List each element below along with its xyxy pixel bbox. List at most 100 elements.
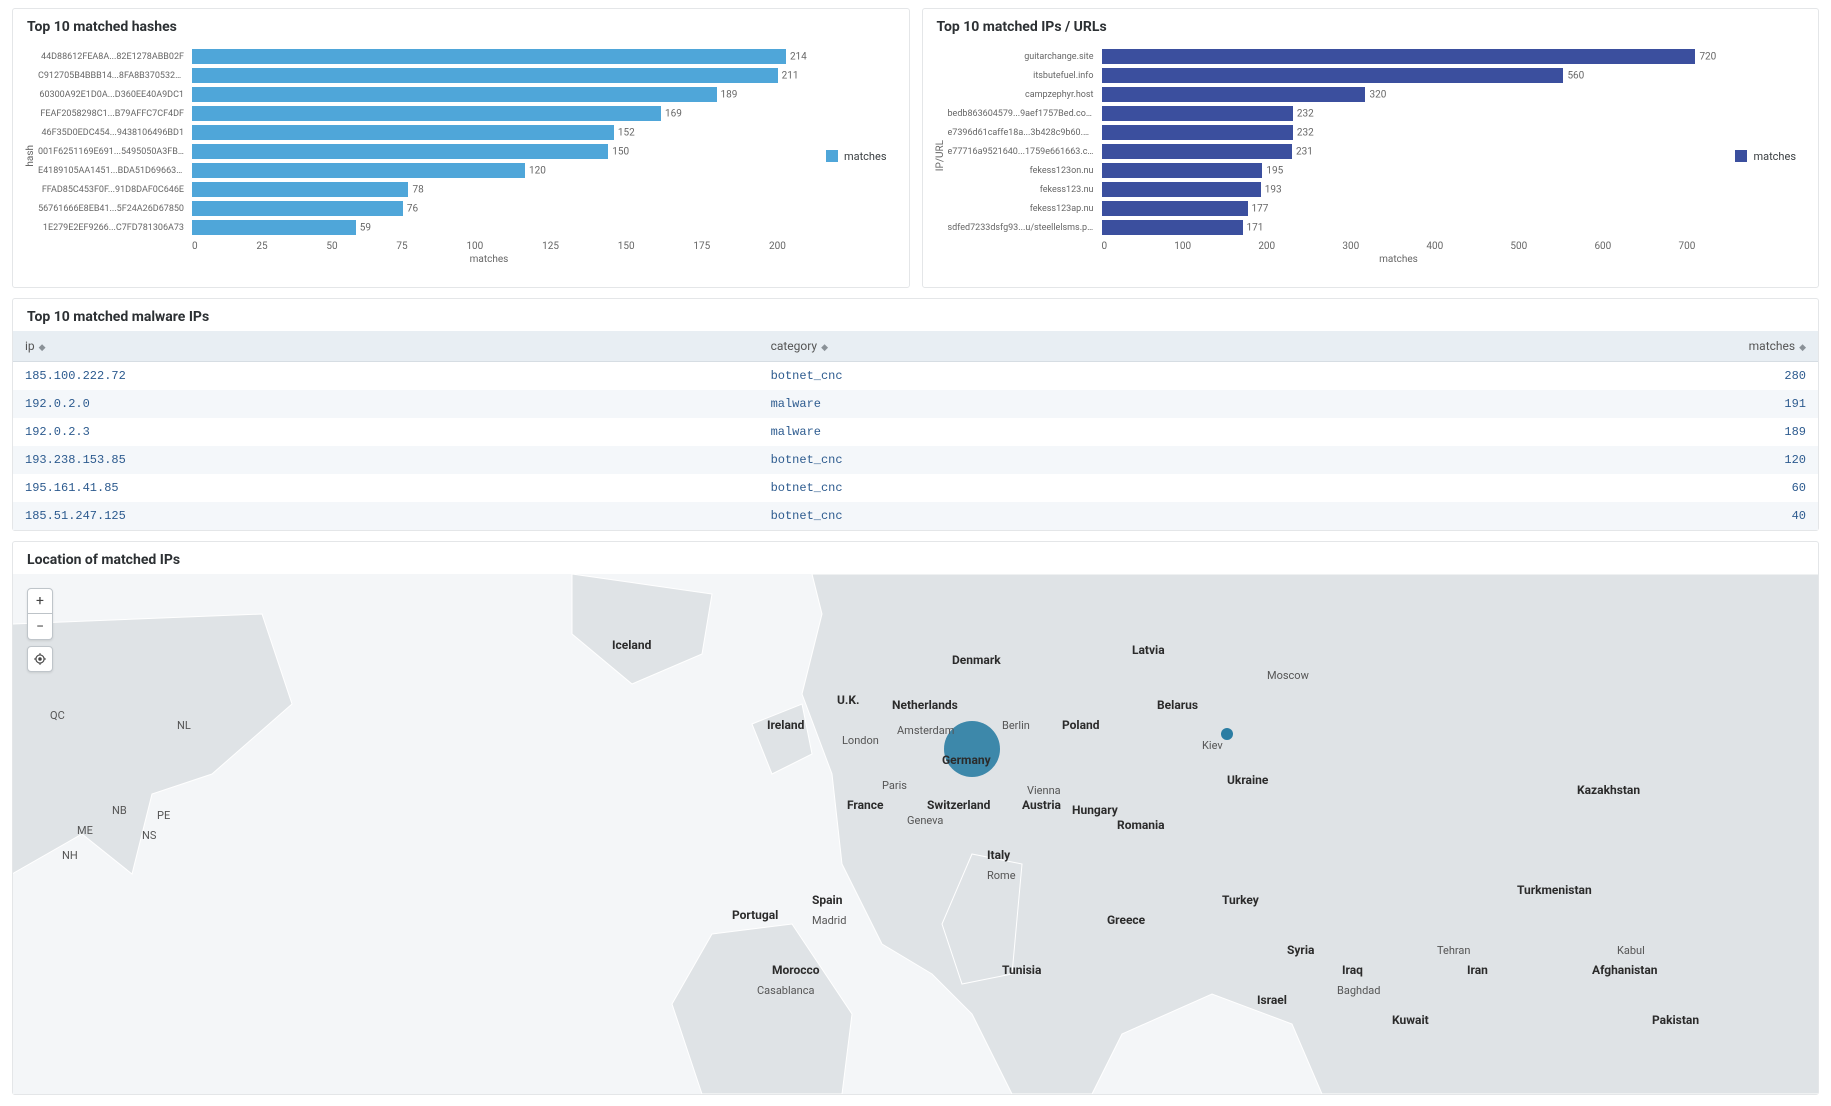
- x-tick: 400: [1426, 241, 1443, 252]
- cell-matches[interactable]: 191: [1332, 390, 1818, 418]
- svg-text:Geneva: Geneva: [907, 814, 943, 827]
- table-row[interactable]: 192.0.2.0malware191: [13, 390, 1818, 418]
- chart-bar-row[interactable]: sdfed7233dsfg93...u/steellelsms.php171: [948, 218, 1696, 237]
- cell-category[interactable]: botnet_cnc: [759, 474, 1332, 502]
- cell-ip[interactable]: 192.0.2.3: [13, 418, 759, 446]
- bar-value-label: 720: [1699, 51, 1716, 62]
- svg-text:Romania: Romania: [1117, 818, 1165, 832]
- chart-bar-row[interactable]: bedb863604579...9aef1757Bed.com232: [948, 104, 1696, 123]
- svg-text:Paris: Paris: [882, 779, 907, 792]
- svg-text:QC: QC: [50, 709, 65, 722]
- bar-track: 214: [192, 49, 786, 64]
- svg-text:Turkey: Turkey: [1222, 893, 1260, 907]
- bar-category-label: fekess123ap.nu: [948, 204, 1098, 214]
- bar-track: 177: [1102, 201, 1696, 216]
- bar-value-label: 120: [529, 165, 546, 176]
- chart-bar-row[interactable]: C912705B4BBB14...8FA8B370532C9211: [38, 66, 786, 85]
- cell-category[interactable]: botnet_cnc: [759, 362, 1332, 391]
- chart-bar-row[interactable]: 60300A92E1D0A...D360EE40A9DC1189: [38, 85, 786, 104]
- x-tick: 600: [1594, 241, 1611, 252]
- table-row[interactable]: 185.100.222.72botnet_cnc280: [13, 362, 1818, 391]
- cell-category[interactable]: malware: [759, 390, 1332, 418]
- x-tick: 300: [1342, 241, 1359, 252]
- svg-text:France: France: [847, 798, 884, 812]
- svg-text:Pakistan: Pakistan: [1652, 1013, 1699, 1027]
- map-marker-small[interactable]: [1221, 728, 1233, 740]
- svg-text:Kiev: Kiev: [1202, 739, 1223, 752]
- bar-fill: [192, 106, 661, 121]
- chart-bar-row[interactable]: e7396d61caffe18a...3b428c9b60.com232: [948, 123, 1696, 142]
- cell-category[interactable]: malware: [759, 418, 1332, 446]
- bar-track: 720: [1102, 49, 1696, 64]
- bar-fill: [192, 182, 408, 197]
- bar-fill: [192, 87, 717, 102]
- table-row[interactable]: 193.238.153.85botnet_cnc120: [13, 446, 1818, 474]
- chart-bar-row[interactable]: E4189105AA1451...BDA51D69663F8120: [38, 161, 786, 180]
- table-row[interactable]: 195.161.41.85botnet_cnc60: [13, 474, 1818, 502]
- table-row[interactable]: 185.51.247.125botnet_cnc40: [13, 502, 1818, 530]
- bar-category-label: C912705B4BBB14...8FA8B370532C9: [38, 71, 188, 81]
- cell-ip[interactable]: 185.100.222.72: [13, 362, 759, 391]
- chart-bar-row[interactable]: 1E279E2EF9266...C7FD781306A7359: [38, 218, 786, 237]
- chart-bar-row[interactable]: e77716a9521640...1759e661663.com 231: [948, 142, 1696, 161]
- col-header-category[interactable]: category◆: [759, 331, 1332, 362]
- x-tick: 0: [192, 241, 198, 252]
- chart-bar-row[interactable]: fekess123ap.nu 177: [948, 199, 1696, 218]
- chart-bar-row[interactable]: fekess123.nu 193: [948, 180, 1696, 199]
- cell-ip[interactable]: 195.161.41.85: [13, 474, 759, 502]
- col-header-ip[interactable]: ip◆: [13, 331, 759, 362]
- chart-bar-row[interactable]: 46F35D0EDC454...9438106496BD1152: [38, 123, 786, 142]
- x-tick: 150: [618, 241, 635, 252]
- bar-value-label: 193: [1265, 184, 1282, 195]
- chart-bar-row[interactable]: FFAD85C453F0F...91D8DAF0C646E78: [38, 180, 786, 199]
- chart-bar-row[interactable]: campzephyr.host320: [948, 85, 1696, 104]
- chart-bar-row[interactable]: 56761666E8EB41...5F24A26D6785076: [38, 199, 786, 218]
- svg-text:Italy: Italy: [987, 848, 1011, 862]
- svg-text:Spain: Spain: [812, 893, 843, 907]
- chart-bar-row[interactable]: 44D88612FEA8A...82E1278ABB02F214: [38, 47, 786, 66]
- cell-matches[interactable]: 189: [1332, 418, 1818, 446]
- bar-track: 195: [1102, 163, 1696, 178]
- col-header-matches[interactable]: matches◆: [1332, 331, 1818, 362]
- chart-bar-row[interactable]: itsbutefuel.info560: [948, 66, 1696, 85]
- top-hashes-title: Top 10 matched hashes: [13, 9, 909, 41]
- bar-value-label: 78: [412, 184, 423, 195]
- map[interactable]: QC NL NB PE ME NS NH Iceland Ireland U.K…: [13, 574, 1818, 1094]
- zoom-out-button[interactable]: −: [27, 614, 53, 640]
- cell-category[interactable]: botnet_cnc: [759, 502, 1332, 530]
- table-row[interactable]: 192.0.2.3malware189: [13, 418, 1818, 446]
- svg-text:NB: NB: [112, 804, 127, 817]
- cell-category[interactable]: botnet_cnc: [759, 446, 1332, 474]
- cell-ip[interactable]: 193.238.153.85: [13, 446, 759, 474]
- svg-text:Berlin: Berlin: [1002, 719, 1030, 732]
- x-tick: 100: [1174, 241, 1191, 252]
- bar-value-label: 152: [618, 127, 635, 138]
- bar-category-label: e77716a9521640...1759e661663.com: [948, 147, 1098, 157]
- bar-category-label: fekess123.nu: [948, 185, 1098, 195]
- cell-matches[interactable]: 60: [1332, 474, 1818, 502]
- cell-ip[interactable]: 185.51.247.125: [13, 502, 759, 530]
- bar-fill: [1102, 220, 1243, 235]
- chart-bar-row[interactable]: FEAF2058298C1...B79AFFC7CF4DF169: [38, 104, 786, 123]
- x-tick: 200: [1258, 241, 1275, 252]
- sort-icon: ◆: [821, 343, 828, 353]
- svg-text:PE: PE: [157, 809, 170, 822]
- cell-ip[interactable]: 192.0.2.0: [13, 390, 759, 418]
- chart-bar-row[interactable]: 001F6251169E691...5495050A3FB8D150: [38, 142, 786, 161]
- bar-category-label: campzephyr.host: [948, 90, 1098, 100]
- cell-matches[interactable]: 120: [1332, 446, 1818, 474]
- bar-track: 152: [192, 125, 786, 140]
- locate-button[interactable]: [27, 646, 53, 672]
- zoom-in-button[interactable]: +: [27, 588, 53, 614]
- bar-track: 171: [1102, 220, 1696, 235]
- chart-bar-row[interactable]: guitarchange.site720: [948, 47, 1696, 66]
- map-panel: Location of matched IPs QC NL NB PE ME N…: [12, 541, 1819, 1095]
- cell-matches[interactable]: 40: [1332, 502, 1818, 530]
- chart-bar-row[interactable]: fekess123on.nu195: [948, 161, 1696, 180]
- bar-category-label: itsbutefuel.info: [948, 71, 1098, 81]
- bar-value-label: 231: [1296, 146, 1313, 157]
- bar-track: 231: [1102, 144, 1696, 159]
- bar-track: 78: [192, 182, 786, 197]
- cell-matches[interactable]: 280: [1332, 362, 1818, 391]
- top-ipurls-title: Top 10 matched IPs / URLs: [923, 9, 1819, 41]
